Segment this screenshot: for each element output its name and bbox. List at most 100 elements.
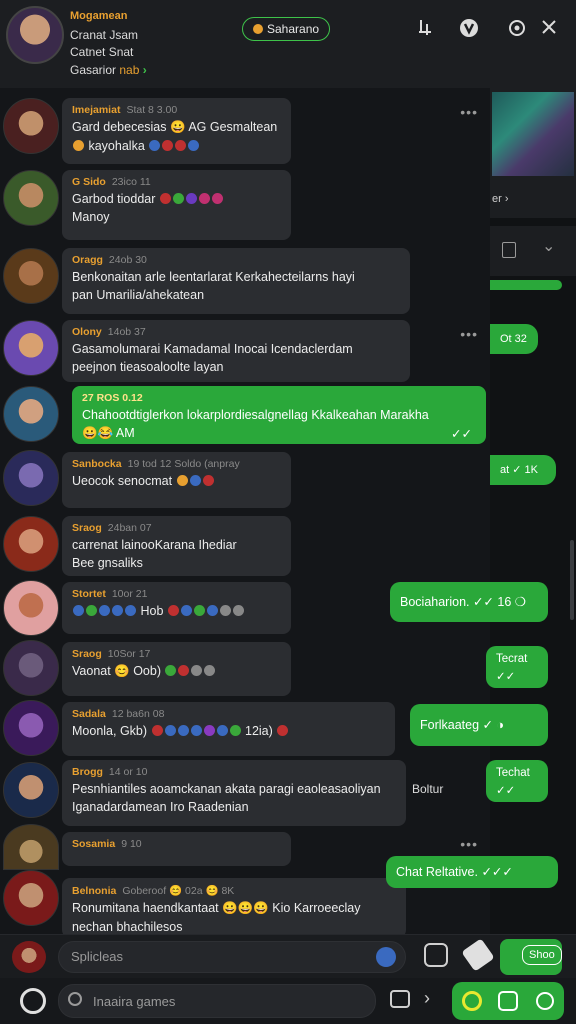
message-row: Brogg 14 or 10 Pesnhiantiles aoamckanan a… xyxy=(0,760,490,826)
sticker-icon[interactable] xyxy=(424,943,448,967)
avatar[interactable] xyxy=(3,700,59,756)
message-text: Hob xyxy=(72,604,281,618)
message-row: Sanbocka 19 tod 12 Soldo (anpray Ueocok s… xyxy=(0,448,490,510)
record-icon[interactable] xyxy=(462,991,482,1011)
calendar-icon[interactable] xyxy=(502,242,516,258)
message-row: Oragg 24ob 30 Benkonaitan arle leentarlar… xyxy=(0,246,490,316)
message-row: Sraog 10Sor 17 Vaonat 😊 Oob) xyxy=(0,640,490,698)
settings-icon[interactable] xyxy=(506,18,528,40)
message-list[interactable]: Imejamiat Stat 8 3.00 Gard debecesias 😀 A… xyxy=(0,88,490,934)
timestamp: 19 tod 12 Soldo (anpray xyxy=(127,458,240,470)
message-bubble[interactable]: Brogg 14 or 10 Pesnhiantiles aoamckanan a… xyxy=(62,760,406,826)
timestamp: Goberoof 😊 02a 😊 8K xyxy=(122,885,235,897)
header-line-2: Catnet Snat xyxy=(70,45,134,59)
avatar[interactable] xyxy=(3,386,59,442)
message-row: Olony 14ob 37 Gasamolumarai Kamadamal Ino… xyxy=(0,318,490,382)
message-bubble[interactable]: Sanbocka 19 tod 12 Soldo (anpray Ueocok s… xyxy=(62,452,291,508)
message-text: carrenat lainooKarana Ihediar xyxy=(72,538,237,552)
media-thumbnail[interactable] xyxy=(492,92,574,176)
sender-name: Sraog xyxy=(72,522,102,534)
media-card-label: er › xyxy=(492,193,509,205)
outgoing-message-bubble[interactable]: Forlkaateg ✓ ◑ xyxy=(410,704,548,746)
sender-name: Belnonia xyxy=(72,885,117,897)
message-text: nechan bhachilesos xyxy=(72,920,183,934)
share-icon[interactable]: › xyxy=(424,988,430,1009)
more-options-icon[interactable]: ••• xyxy=(460,326,478,342)
message-text: Gard debecesias 😀 AG Gesmaltean xyxy=(72,120,278,134)
sender-name: 27 ROS 0.12 xyxy=(82,392,143,404)
message-bubble[interactable]: Sraog 10Sor 17 Vaonat 😊 Oob) xyxy=(62,642,291,696)
action-group xyxy=(452,982,564,1020)
outgoing-bubble-fragment[interactable]: at ✓ 1K xyxy=(490,455,556,485)
outgoing-bubble-fragment[interactable]: Ot 32 xyxy=(490,324,538,354)
sender-name: Sosamia xyxy=(72,838,116,850)
message-bubble[interactable]: Sosamia 9 10 xyxy=(62,832,291,866)
avatar[interactable] xyxy=(3,640,59,696)
header-chip[interactable]: Saharano xyxy=(242,17,331,41)
message-input[interactable]: Splicleas xyxy=(58,941,406,973)
avatar[interactable] xyxy=(3,450,59,506)
folder-icon[interactable] xyxy=(390,990,410,1008)
send-button[interactable]: Shoo xyxy=(500,939,562,975)
avatar[interactable] xyxy=(3,170,59,226)
avatar[interactable] xyxy=(3,870,59,926)
composer-bar: Splicleas Shoo xyxy=(0,934,576,979)
header-avatar[interactable] xyxy=(6,6,64,64)
media-card[interactable]: er › xyxy=(490,88,576,218)
avatar[interactable] xyxy=(3,824,59,870)
eraser-icon[interactable] xyxy=(461,938,495,972)
emoji-icon[interactable] xyxy=(376,947,396,967)
outgoing-message-bubble[interactable]: Bociaharion. ✓✓ 16 ❍ xyxy=(390,582,548,622)
sender-name: Olony xyxy=(72,326,102,338)
read-check-icon: ✓✓ xyxy=(451,427,472,441)
message-bubble[interactable]: Stortet 10or 21 Hob xyxy=(62,582,291,634)
outgoing-message-bubble[interactable]: Chat Reltative. ✓✓✓ xyxy=(386,856,558,888)
header-line-3: Gasarior nab › xyxy=(70,63,147,77)
message-bubble[interactable]: Imejamiat Stat 8 3.00 Gard debecesias 😀 A… xyxy=(62,98,291,164)
avatar[interactable] xyxy=(3,580,59,636)
app-logo-icon[interactable] xyxy=(20,988,46,1014)
message-bubble[interactable]: Sadala 12 ba6n 08 Moonla, Gkb) 12ia) xyxy=(62,702,395,756)
side-label: Boltur xyxy=(412,782,444,796)
message-row: 27 ROS 0.12 Chahootdtiglerkon lokarplord… xyxy=(0,384,490,446)
avatar[interactable] xyxy=(3,516,59,572)
camera-icon[interactable] xyxy=(498,991,518,1011)
outgoing-message-bubble[interactable]: Techat ✓✓ xyxy=(486,760,548,802)
avatar[interactable] xyxy=(3,320,59,376)
header-line-1: Cranat Jsam xyxy=(70,28,139,42)
timestamp: 10or 21 xyxy=(111,588,148,600)
side-progress-bar xyxy=(490,280,562,290)
chevron-down-icon[interactable]: ⌄ xyxy=(542,236,555,256)
message-row: Sraog 24ban 07 carrenat lainooKarana Ihed… xyxy=(0,514,490,576)
avatar[interactable] xyxy=(3,98,59,154)
message-bubble[interactable]: Oragg 24ob 30 Benkonaitan arle leentarlar… xyxy=(62,248,410,314)
side-toolbar: ⌄ xyxy=(490,226,576,276)
message-bubble-highlighted[interactable]: 27 ROS 0.12 Chahootdtiglerkon lokarplord… xyxy=(72,386,486,444)
scrollbar[interactable] xyxy=(570,540,574,620)
message-text: 😀😂 AM ✓✓ xyxy=(82,426,472,441)
message-text: Ueocok senocmat xyxy=(72,474,281,488)
message-bubble[interactable]: Olony 14ob 37 Gasamolumarai Kamadamal Ino… xyxy=(62,320,410,382)
close-icon[interactable] xyxy=(538,18,560,40)
side-panel: er › ⌄ xyxy=(490,88,576,934)
game-search-input[interactable]: Inaaira games xyxy=(58,984,376,1018)
message-bubble[interactable]: G Sido 23ico 11 Garbod tioddar Manoy xyxy=(62,170,291,240)
avatar[interactable] xyxy=(3,248,59,304)
message-text: pan Umarilia/ahekatean xyxy=(72,288,205,302)
timestamp: 23ico 11 xyxy=(111,176,151,188)
message-text: Pesnhiantiles aoamckanan akata paragi ea… xyxy=(72,782,381,796)
message-bubble[interactable]: Sraog 24ban 07 carrenat lainooKarana Ihed… xyxy=(62,516,291,576)
send-label: Shoo xyxy=(522,945,562,965)
outgoing-message-bubble[interactable]: Tecrat ✓✓ xyxy=(486,646,548,688)
timestamp: 14 or 10 xyxy=(108,766,148,778)
sender-name: G Sido xyxy=(72,176,106,188)
avatar[interactable] xyxy=(3,762,59,818)
video-icon[interactable] xyxy=(458,18,480,40)
more-options-icon[interactable]: ••• xyxy=(460,836,478,852)
more-options-icon[interactable]: ••• xyxy=(460,104,478,120)
status-icon[interactable] xyxy=(536,992,554,1010)
message-bubble[interactable]: Belnonia Goberoof 😊 02a 😊 8K Ronumitana h… xyxy=(62,878,406,934)
self-avatar[interactable] xyxy=(12,941,46,973)
sender-name: Sanbocka xyxy=(72,458,122,470)
pin-icon[interactable] xyxy=(414,18,436,40)
